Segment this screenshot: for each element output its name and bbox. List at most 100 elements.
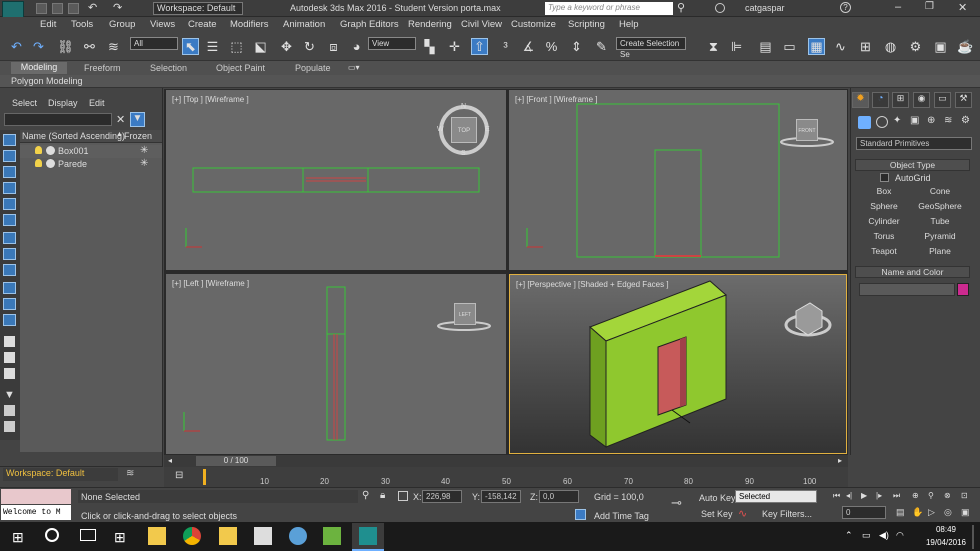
spacewarps-category-icon[interactable]: ≋ — [944, 115, 952, 126]
scene-explorer-icon[interactable]: ▦ — [808, 38, 825, 55]
scene-explorer-select-menu[interactable]: Select — [12, 98, 37, 108]
menu-civil-view[interactable]: Civil View — [461, 19, 502, 30]
lightbulb-icon[interactable] — [35, 159, 42, 167]
tab-freeform[interactable]: Freeform — [84, 63, 121, 73]
column-name-header[interactable]: Name (Sorted Ascending) — [22, 131, 125, 141]
binoculars-icon[interactable]: ⚲ — [677, 1, 685, 14]
autogrid-checkbox[interactable] — [880, 173, 889, 182]
hierarchy-tab-icon[interactable]: ⊞ — [892, 92, 909, 108]
tab-populate[interactable]: Populate — [295, 63, 331, 73]
percent-snap-icon[interactable]: % — [543, 38, 560, 55]
box-button[interactable]: Box — [858, 185, 910, 198]
store-icon[interactable]: ⊞ — [114, 529, 126, 546]
help-icon[interactable]: ? — [840, 2, 851, 13]
save-file-icon[interactable] — [68, 3, 79, 14]
window-crossing-icon[interactable]: ⬕ — [252, 38, 269, 55]
display-shapes-icon[interactable] — [3, 150, 16, 162]
time-tag-icon[interactable] — [575, 509, 586, 520]
absolute-mode-icon[interactable] — [398, 491, 408, 501]
maxscript-listener[interactable]: Welcome to M — [1, 505, 71, 520]
layers-icon[interactable]: ≋ — [126, 468, 134, 479]
pyramid-button[interactable]: Pyramid — [914, 230, 966, 243]
set-key-button[interactable]: Set Key — [701, 509, 733, 519]
timeline-toggle-icon[interactable]: ⊟ — [175, 470, 183, 481]
prev-frame-icon[interactable]: ◂ — [168, 456, 172, 465]
mirror-icon[interactable]: ⧗ — [705, 38, 722, 55]
folder-icon[interactable] — [219, 527, 237, 545]
new-file-icon[interactable] — [36, 3, 47, 14]
spinner-snap-icon[interactable]: ⇕ — [568, 38, 585, 55]
display-groups-icon[interactable] — [3, 232, 16, 244]
display-helpers-icon[interactable] — [3, 198, 16, 210]
next-frame-icon[interactable]: ▸ — [838, 456, 842, 465]
viewport-perspective[interactable]: [+] [Perspective ] [Shaded + Edged Faces… — [509, 274, 847, 454]
scene-explorer-display-menu[interactable]: Display — [48, 98, 78, 108]
spreadsheet-icon[interactable] — [323, 527, 341, 545]
add-time-tag-button[interactable]: Add Time Tag — [594, 511, 649, 521]
media-icon[interactable] — [289, 527, 307, 545]
teapot-button[interactable]: Teapot — [858, 245, 910, 258]
pan-icon[interactable]: ◎ — [944, 507, 952, 518]
display-spacewarps-icon[interactable] — [3, 214, 16, 226]
x-coordinate-field[interactable]: 226,98 — [422, 490, 462, 503]
field-of-view-icon[interactable]: ▷ — [928, 507, 935, 518]
select-manipulate-icon[interactable]: ✛ — [446, 38, 463, 55]
task-view-icon[interactable] — [80, 529, 96, 541]
zoom-all-icon[interactable]: ⊗ — [944, 491, 951, 500]
toggle-ribbon-icon[interactable]: ▭ — [781, 38, 798, 55]
zoom-extents-icon[interactable]: ⊕ — [912, 491, 919, 500]
list-item[interactable]: Box001 ✳ — [20, 145, 162, 158]
z-coordinate-field[interactable]: 0,0 — [539, 490, 579, 503]
display-invert-icon[interactable] — [4, 368, 15, 379]
scene-explorer-edit-menu[interactable]: Edit — [89, 98, 105, 108]
filter-icon[interactable]: ▼ — [130, 112, 145, 127]
scene-explorer-search-input[interactable] — [4, 113, 112, 126]
undo-icon[interactable]: ↶ — [88, 1, 97, 14]
material-editor-icon[interactable]: ◍ — [882, 38, 899, 55]
render-production-icon[interactable]: ☕ — [957, 38, 974, 55]
plane-button[interactable]: Plane — [914, 245, 966, 258]
layer-explorer-icon[interactable]: ▤ — [757, 38, 774, 55]
file-explorer-icon[interactable] — [148, 527, 166, 545]
play-icon[interactable]: ▶ — [861, 491, 867, 500]
object-name-input[interactable] — [859, 283, 955, 296]
viewport-front[interactable]: [+] [Front ] [Wireframe ] FRONT — [509, 90, 847, 270]
modify-tab-icon[interactable]: ◔ — [872, 92, 889, 108]
menu-scripting[interactable]: Scripting — [568, 19, 605, 30]
name-and-color-rollout[interactable]: Name and Color — [855, 266, 970, 278]
frozen-icon[interactable]: ✳ — [140, 145, 148, 156]
menu-graph-editors[interactable]: Graph Editors — [340, 19, 399, 30]
workspace-footer-dropdown[interactable]: Workspace: Default — [3, 468, 118, 481]
key-filters-button[interactable]: Key Filters... — [762, 509, 812, 519]
viewport-top[interactable]: [+] [Top ] [Wireframe ] TOP N S E W — [166, 90, 506, 270]
y-coordinate-field[interactable]: -158,142 — [481, 490, 521, 503]
filter-funnel-icon[interactable]: ▼ — [4, 389, 15, 401]
pivot-center-icon[interactable]: ▚ — [421, 38, 438, 55]
goto-start-icon[interactable]: ⏮ — [833, 491, 840, 501]
user-name[interactable]: catgaspar — [745, 3, 785, 13]
create-tab-icon[interactable]: ✹ — [852, 92, 869, 108]
menu-edit[interactable]: Edit — [40, 19, 56, 30]
rendered-frame-icon[interactable]: ▣ — [932, 38, 949, 55]
tube-button[interactable]: Tube — [914, 215, 966, 228]
account-icon[interactable] — [715, 3, 725, 13]
display-cameras-icon[interactable] — [3, 182, 16, 194]
list-item[interactable]: Parede ✳ — [20, 158, 162, 171]
viewcube-left[interactable]: LEFT — [454, 303, 476, 325]
search-input[interactable]: Type a keyword or phrase — [545, 2, 673, 15]
edit-named-selection-icon[interactable]: ✎ — [593, 38, 610, 55]
object-type-rollout[interactable]: Object Type — [855, 159, 970, 171]
menu-views[interactable]: Views — [150, 19, 175, 30]
chrome-icon[interactable] — [183, 527, 201, 545]
geosphere-button[interactable]: GeoSphere — [914, 200, 966, 213]
menu-animation[interactable]: Animation — [283, 19, 325, 30]
viewport-left[interactable]: [+] [Left ] [Wireframe ] LEFT — [166, 274, 506, 454]
object-color-swatch[interactable] — [957, 283, 969, 296]
windows-start-icon[interactable]: ⊞ — [12, 529, 24, 546]
named-selection-dropdown[interactable]: Create Selection Se — [616, 37, 686, 59]
menu-customize[interactable]: Customize — [511, 19, 556, 30]
tab-modeling[interactable]: Modeling — [11, 62, 67, 74]
menu-rendering[interactable]: Rendering — [408, 19, 452, 30]
ribbon-options-icon[interactable]: ▭▾ — [348, 63, 360, 72]
sync-selection-icon[interactable] — [4, 405, 15, 416]
